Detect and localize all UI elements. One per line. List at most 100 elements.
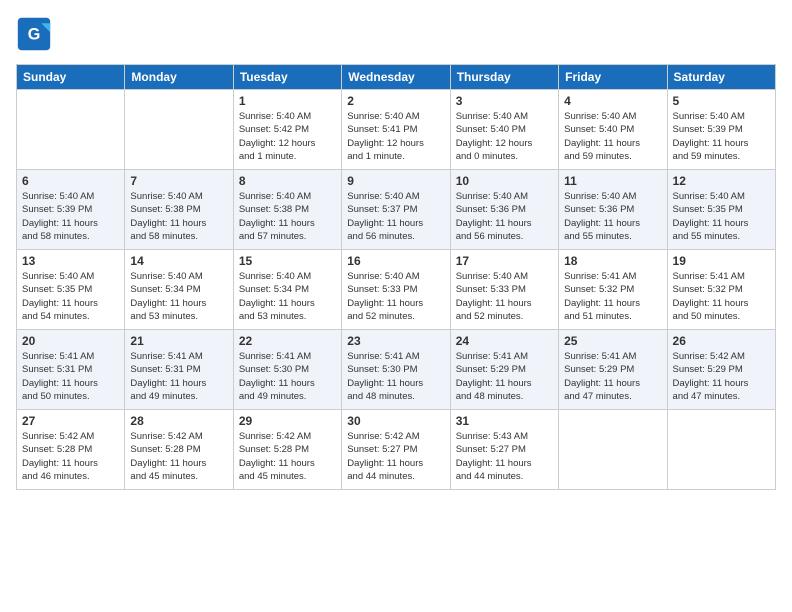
day-content: Sunrise: 5:41 AMSunset: 5:30 PMDaylight:… — [239, 350, 336, 403]
day-number: 16 — [347, 254, 444, 268]
calendar-cell: 2 Sunrise: 5:40 AMSunset: 5:41 PMDaylight… — [342, 90, 450, 170]
day-number: 19 — [673, 254, 770, 268]
day-content: Sunrise: 5:40 AMSunset: 5:33 PMDaylight:… — [456, 270, 553, 323]
calendar-cell: 4 Sunrise: 5:40 AMSunset: 5:40 PMDaylight… — [559, 90, 667, 170]
calendar-cell: 30 Sunrise: 5:42 AMSunset: 5:27 PMDayligh… — [342, 410, 450, 490]
calendar-cell: 21 Sunrise: 5:41 AMSunset: 5:31 PMDayligh… — [125, 330, 233, 410]
day-number: 25 — [564, 334, 661, 348]
day-number: 8 — [239, 174, 336, 188]
day-content: Sunrise: 5:41 AMSunset: 5:31 PMDaylight:… — [130, 350, 227, 403]
day-content: Sunrise: 5:40 AMSunset: 5:35 PMDaylight:… — [22, 270, 119, 323]
day-number: 18 — [564, 254, 661, 268]
calendar-cell: 11 Sunrise: 5:40 AMSunset: 5:36 PMDayligh… — [559, 170, 667, 250]
day-content: Sunrise: 5:40 AMSunset: 5:41 PMDaylight:… — [347, 110, 444, 163]
calendar-cell: 25 Sunrise: 5:41 AMSunset: 5:29 PMDayligh… — [559, 330, 667, 410]
col-header-friday: Friday — [559, 65, 667, 90]
calendar-cell — [559, 410, 667, 490]
day-content: Sunrise: 5:41 AMSunset: 5:32 PMDaylight:… — [564, 270, 661, 323]
col-header-thursday: Thursday — [450, 65, 558, 90]
day-content: Sunrise: 5:40 AMSunset: 5:42 PMDaylight:… — [239, 110, 336, 163]
day-number: 24 — [456, 334, 553, 348]
calendar-cell: 22 Sunrise: 5:41 AMSunset: 5:30 PMDayligh… — [233, 330, 341, 410]
day-number: 13 — [22, 254, 119, 268]
day-number: 7 — [130, 174, 227, 188]
day-number: 14 — [130, 254, 227, 268]
day-number: 29 — [239, 414, 336, 428]
calendar-cell: 18 Sunrise: 5:41 AMSunset: 5:32 PMDayligh… — [559, 250, 667, 330]
day-content: Sunrise: 5:40 AMSunset: 5:35 PMDaylight:… — [673, 190, 770, 243]
day-content: Sunrise: 5:43 AMSunset: 5:27 PMDaylight:… — [456, 430, 553, 483]
day-content: Sunrise: 5:40 AMSunset: 5:40 PMDaylight:… — [564, 110, 661, 163]
day-number: 9 — [347, 174, 444, 188]
day-content: Sunrise: 5:40 AMSunset: 5:33 PMDaylight:… — [347, 270, 444, 323]
day-number: 22 — [239, 334, 336, 348]
col-header-sunday: Sunday — [17, 65, 125, 90]
day-number: 31 — [456, 414, 553, 428]
day-number: 3 — [456, 94, 553, 108]
calendar-week-row: 6Sunrise: 5:40 AMSunset: 5:39 PMDaylight… — [17, 170, 776, 250]
calendar-cell: 29 Sunrise: 5:42 AMSunset: 5:28 PMDayligh… — [233, 410, 341, 490]
calendar-cell: 24 Sunrise: 5:41 AMSunset: 5:29 PMDayligh… — [450, 330, 558, 410]
calendar-cell: 9 Sunrise: 5:40 AMSunset: 5:37 PMDaylight… — [342, 170, 450, 250]
day-number: 15 — [239, 254, 336, 268]
day-content: Sunrise: 5:41 AMSunset: 5:30 PMDaylight:… — [347, 350, 444, 403]
day-content: Sunrise: 5:40 AMSunset: 5:39 PMDaylight:… — [673, 110, 770, 163]
day-content: Sunrise: 5:42 AMSunset: 5:28 PMDaylight:… — [239, 430, 336, 483]
logo-icon: G — [16, 16, 52, 52]
day-content: Sunrise: 5:40 AMSunset: 5:38 PMDaylight:… — [239, 190, 336, 243]
calendar-cell — [125, 90, 233, 170]
day-number: 30 — [347, 414, 444, 428]
day-content: Sunrise: 5:40 AMSunset: 5:40 PMDaylight:… — [456, 110, 553, 163]
day-number: 26 — [673, 334, 770, 348]
calendar-cell: 1 Sunrise: 5:40 AMSunset: 5:42 PMDaylight… — [233, 90, 341, 170]
calendar-cell: 7 Sunrise: 5:40 AMSunset: 5:38 PMDaylight… — [125, 170, 233, 250]
calendar-cell — [17, 90, 125, 170]
day-number: 21 — [130, 334, 227, 348]
calendar-header-row: SundayMondayTuesdayWednesdayThursdayFrid… — [17, 65, 776, 90]
col-header-saturday: Saturday — [667, 65, 775, 90]
calendar-cell: 27 Sunrise: 5:42 AMSunset: 5:28 PMDayligh… — [17, 410, 125, 490]
day-content: Sunrise: 5:40 AMSunset: 5:34 PMDaylight:… — [130, 270, 227, 323]
calendar-cell: 10Sunrise: 5:40 AMSunset: 5:36 PMDayligh… — [450, 170, 558, 250]
day-content: Sunrise: 5:40 AMSunset: 5:36 PMDaylight:… — [456, 190, 553, 243]
calendar-cell: 14 Sunrise: 5:40 AMSunset: 5:34 PMDayligh… — [125, 250, 233, 330]
day-content: Sunrise: 5:40 AMSunset: 5:36 PMDaylight:… — [564, 190, 661, 243]
day-number: 1 — [239, 94, 336, 108]
col-header-monday: Monday — [125, 65, 233, 90]
calendar-cell: 19Sunrise: 5:41 AMSunset: 5:32 PMDayligh… — [667, 250, 775, 330]
svg-text:G: G — [28, 25, 41, 43]
logo: G — [16, 16, 56, 52]
day-number: 27 — [22, 414, 119, 428]
calendar-cell: 15 Sunrise: 5:40 AMSunset: 5:34 PMDayligh… — [233, 250, 341, 330]
calendar-week-row: 1 Sunrise: 5:40 AMSunset: 5:42 PMDaylight… — [17, 90, 776, 170]
day-content: Sunrise: 5:42 AMSunset: 5:27 PMDaylight:… — [347, 430, 444, 483]
calendar-week-row: 13 Sunrise: 5:40 AMSunset: 5:35 PMDayligh… — [17, 250, 776, 330]
calendar-cell: 3 Sunrise: 5:40 AMSunset: 5:40 PMDaylight… — [450, 90, 558, 170]
day-number: 28 — [130, 414, 227, 428]
day-number: 20 — [22, 334, 119, 348]
calendar-cell: 5Sunrise: 5:40 AMSunset: 5:39 PMDaylight… — [667, 90, 775, 170]
day-number: 2 — [347, 94, 444, 108]
day-number: 11 — [564, 174, 661, 188]
day-content: Sunrise: 5:41 AMSunset: 5:31 PMDaylight:… — [22, 350, 119, 403]
day-content: Sunrise: 5:40 AMSunset: 5:39 PMDaylight:… — [22, 190, 119, 243]
calendar-week-row: 20 Sunrise: 5:41 AMSunset: 5:31 PMDayligh… — [17, 330, 776, 410]
col-header-wednesday: Wednesday — [342, 65, 450, 90]
calendar-cell: 6Sunrise: 5:40 AMSunset: 5:39 PMDaylight… — [17, 170, 125, 250]
calendar-cell: 13 Sunrise: 5:40 AMSunset: 5:35 PMDayligh… — [17, 250, 125, 330]
day-content: Sunrise: 5:41 AMSunset: 5:29 PMDaylight:… — [564, 350, 661, 403]
day-content: Sunrise: 5:41 AMSunset: 5:29 PMDaylight:… — [456, 350, 553, 403]
day-content: Sunrise: 5:40 AMSunset: 5:34 PMDaylight:… — [239, 270, 336, 323]
day-content: Sunrise: 5:42 AMSunset: 5:28 PMDaylight:… — [22, 430, 119, 483]
day-number: 4 — [564, 94, 661, 108]
calendar-cell: 23Sunrise: 5:41 AMSunset: 5:30 PMDayligh… — [342, 330, 450, 410]
day-content: Sunrise: 5:42 AMSunset: 5:29 PMDaylight:… — [673, 350, 770, 403]
calendar-table: SundayMondayTuesdayWednesdayThursdayFrid… — [16, 64, 776, 490]
calendar-cell: 8 Sunrise: 5:40 AMSunset: 5:38 PMDaylight… — [233, 170, 341, 250]
day-content: Sunrise: 5:40 AMSunset: 5:38 PMDaylight:… — [130, 190, 227, 243]
calendar-cell: 31 Sunrise: 5:43 AMSunset: 5:27 PMDayligh… — [450, 410, 558, 490]
calendar-cell: 16 Sunrise: 5:40 AMSunset: 5:33 PMDayligh… — [342, 250, 450, 330]
calendar-week-row: 27 Sunrise: 5:42 AMSunset: 5:28 PMDayligh… — [17, 410, 776, 490]
calendar-cell: 12Sunrise: 5:40 AMSunset: 5:35 PMDayligh… — [667, 170, 775, 250]
day-content: Sunrise: 5:40 AMSunset: 5:37 PMDaylight:… — [347, 190, 444, 243]
